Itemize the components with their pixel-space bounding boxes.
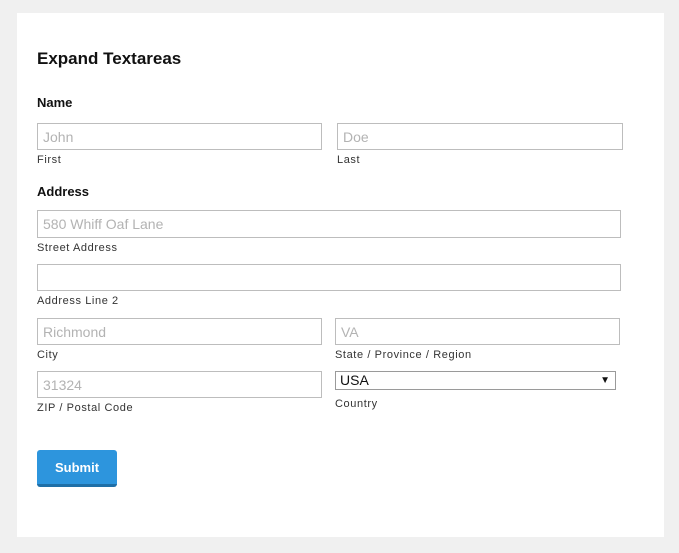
form-title: Expand Textareas	[37, 49, 182, 68]
country-select[interactable]: USA ▼	[335, 371, 616, 390]
state-sublabel: State / Province / Region	[335, 349, 472, 361]
last-name-sublabel: Last	[337, 154, 361, 166]
chevron-down-icon: ▼	[600, 375, 610, 386]
address-section-label: Address	[37, 184, 90, 199]
form-card: Expand Textareas Name First Last Address…	[17, 13, 664, 537]
zip-sublabel: ZIP / Postal Code	[37, 402, 134, 414]
country-sublabel: Country	[335, 398, 378, 410]
first-name-input[interactable]	[37, 123, 322, 150]
first-name-sublabel: First	[37, 154, 62, 166]
submit-button[interactable]: Submit	[37, 450, 117, 487]
city-sublabel: City	[37, 349, 59, 361]
city-input[interactable]	[37, 318, 322, 345]
address-line-2-input[interactable]	[37, 264, 621, 291]
street-address-sublabel: Street Address	[37, 242, 118, 254]
zip-input[interactable]	[37, 371, 322, 398]
state-input[interactable]	[335, 318, 620, 345]
address-line-2-sublabel: Address Line 2	[37, 295, 119, 307]
country-selected-value: USA	[340, 372, 369, 388]
street-address-input[interactable]	[37, 210, 621, 238]
last-name-input[interactable]	[337, 123, 623, 150]
name-section-label: Name	[37, 95, 73, 110]
